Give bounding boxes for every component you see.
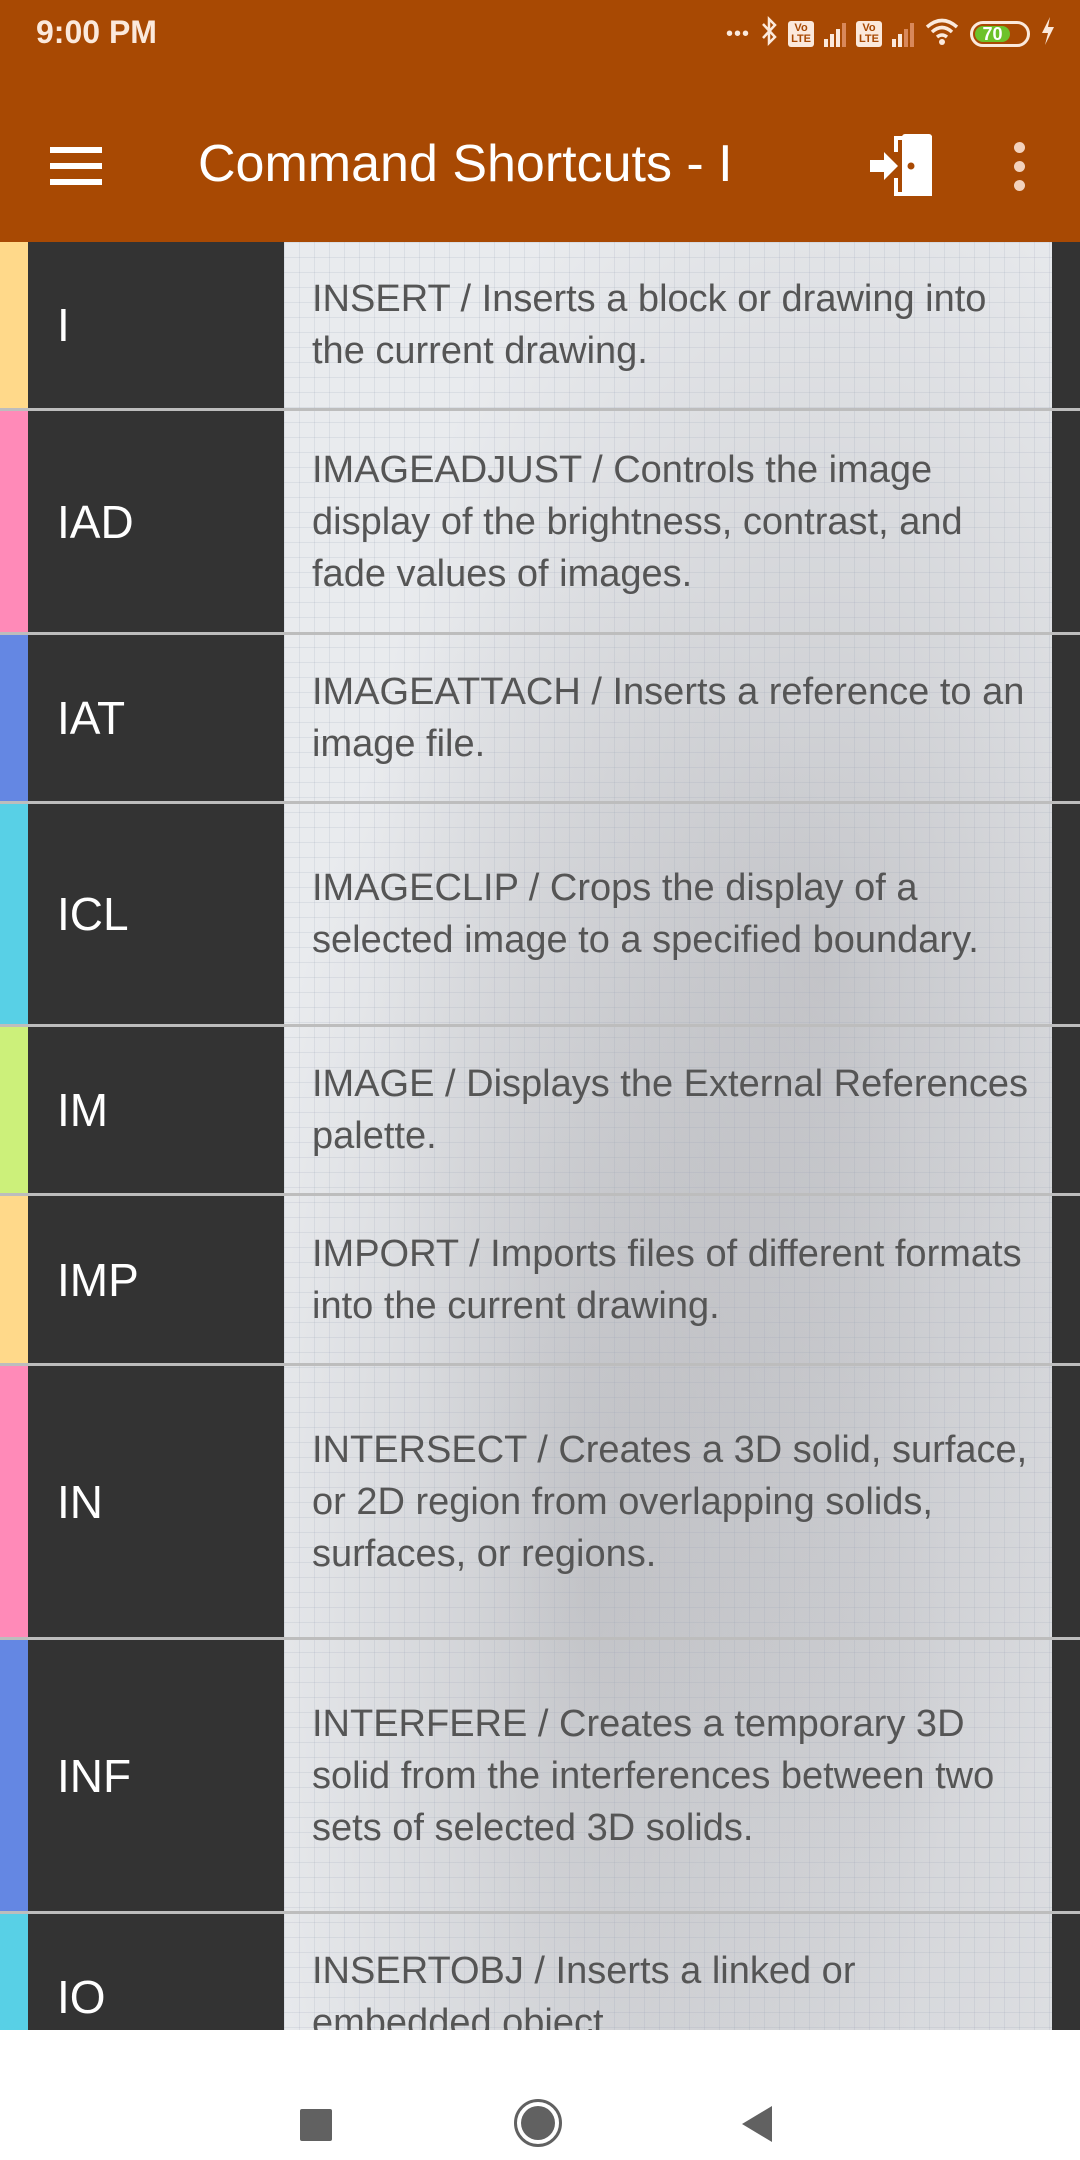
back-icon[interactable] <box>742 2106 772 2142</box>
color-stripe <box>0 1027 28 1193</box>
list-item[interactable]: IN INTERSECT / Creates a 3D solid, surfa… <box>0 1366 1080 1640</box>
more-dots-icon: ••• <box>726 22 751 45</box>
list-item[interactable]: IO INSERTOBJ / Inserts a linked or embed… <box>0 1914 1080 2030</box>
status-icons: ••• Vo LTE Vo LTE 70 <box>726 14 1056 54</box>
battery-level: 70 <box>975 24 1010 44</box>
hamburger-menu-icon[interactable] <box>50 147 104 187</box>
shortcut-code: IM <box>57 1084 109 1136</box>
shortcut-description: INSERTOBJ / Inserts a linked or embedded… <box>312 1950 856 2030</box>
list-item[interactable]: IM IMAGE / Displays the External Referen… <box>0 1027 1080 1196</box>
color-stripe <box>0 804 28 1024</box>
wifi-icon <box>924 16 960 53</box>
shortcut-code: IN <box>57 1475 103 1528</box>
navigation-bar <box>0 2030 1080 2160</box>
shortcut-code: IO <box>57 1971 106 2023</box>
list-item[interactable]: IMP IMPORT / Imports files of different … <box>0 1196 1080 1366</box>
charging-icon <box>1040 16 1056 53</box>
shortcut-code: INF <box>57 1749 132 1802</box>
shortcut-code: IAT <box>57 692 126 744</box>
status-bar: 9:00 PM ••• Vo LTE Vo LTE 70 <box>0 0 1080 70</box>
recent-apps-icon[interactable] <box>300 2109 332 2141</box>
shortcut-list[interactable]: I INSERT / Inserts a block or drawing in… <box>0 242 1080 2030</box>
shortcut-description: INTERSECT / Creates a 3D solid, surface,… <box>312 1428 1028 1575</box>
shortcut-code: IMP <box>57 1253 139 1306</box>
shortcut-description: IMAGEATTACH / Inserts a reference to an … <box>312 671 1025 765</box>
shortcut-description: IMAGEADJUST / Controls the image display… <box>312 448 963 595</box>
shortcut-description: IMPORT / Imports files of different form… <box>312 1232 1022 1327</box>
signal-icon <box>892 21 914 47</box>
more-vert-icon[interactable] <box>1004 142 1034 198</box>
list-item[interactable]: I INSERT / Inserts a block or drawing in… <box>0 242 1080 411</box>
color-stripe <box>0 242 28 408</box>
exit-door-icon[interactable] <box>868 132 938 198</box>
battery-icon: 70 <box>970 21 1030 47</box>
volte-icon: Vo LTE <box>856 21 882 47</box>
app-bar: Command Shortcuts - I <box>0 70 1080 242</box>
list-item[interactable]: IAT IMAGEATTACH / Inserts a reference to… <box>0 635 1080 804</box>
list-item[interactable]: INF INTERFERE / Creates a temporary 3D s… <box>0 1640 1080 1914</box>
color-stripe <box>0 411 28 632</box>
page-title: Command Shortcuts - I <box>198 135 733 193</box>
list-item[interactable]: IAD IMAGEADJUST / Controls the image dis… <box>0 411 1080 635</box>
shortcut-code: I <box>57 299 70 351</box>
color-stripe <box>0 1914 28 2030</box>
list-item[interactable]: ICL IMAGECLIP / Crops the display of a s… <box>0 804 1080 1027</box>
shortcut-code: IAD <box>57 495 134 548</box>
bluetooth-icon <box>760 15 778 54</box>
color-stripe <box>0 1640 28 1911</box>
home-icon[interactable] <box>514 2099 562 2147</box>
color-stripe <box>0 635 28 801</box>
signal-icon <box>824 21 847 47</box>
volte-icon: Vo LTE <box>788 21 815 47</box>
shortcut-description: IMAGE / Displays the External References… <box>312 1063 1028 1157</box>
shortcut-code: ICL <box>57 888 129 940</box>
color-stripe <box>0 1196 28 1363</box>
shortcut-description: IMAGECLIP / Crops the display of a selec… <box>312 867 979 961</box>
shortcut-description: INTERFERE / Creates a temporary 3D solid… <box>312 1702 995 1849</box>
color-stripe <box>0 1366 28 1637</box>
status-time: 9:00 PM <box>36 14 157 50</box>
shortcut-description: INSERT / Inserts a block or drawing into… <box>312 278 987 372</box>
